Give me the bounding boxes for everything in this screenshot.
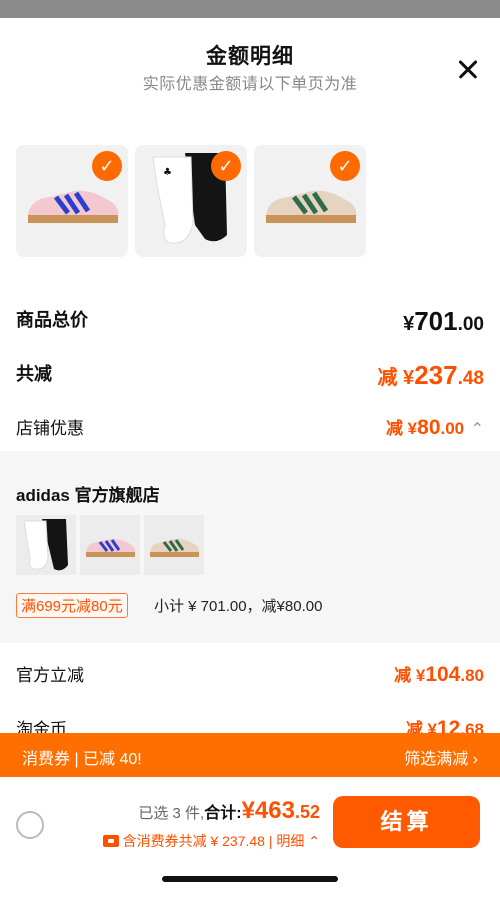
selected-check-icon[interactable]: ✓ — [330, 151, 360, 181]
store-name: adidas 官方旗舰店 — [16, 486, 160, 505]
order-total: 已选 3 件,合计:¥463.52 — [138, 797, 320, 825]
thumb-green-sneaker — [144, 515, 204, 575]
coupon-status: 消费券 | 已减 40! — [22, 751, 142, 768]
official-reduce-label: 官方立减 — [16, 666, 84, 685]
filter-discount-link[interactable]: 筛选满减 › — [404, 745, 478, 769]
close-icon[interactable] — [454, 56, 482, 84]
store-discount-row[interactable]: 店铺优惠 减 ¥80.00 ⌃ — [16, 414, 484, 439]
official-reduce-row: 官方立减 减 ¥104.80 — [16, 661, 484, 686]
chevron-up-icon[interactable]: ⌃ — [471, 421, 484, 438]
thumb-pink-sneaker — [80, 515, 140, 575]
thumb-socks — [16, 515, 76, 575]
product-card-pink-sneaker[interactable]: ✓ — [16, 145, 128, 257]
goods-total-label: 商品总价 — [16, 310, 88, 330]
svg-text:♣: ♣ — [163, 167, 172, 178]
discount-detail-link[interactable]: 含消费券共减 ¥ 237.48 | 明细 ⌃ — [102, 831, 320, 851]
sheet-subtitle: 实际优惠金额请以下单页为准 — [142, 76, 358, 93]
product-card-green-sneaker[interactable]: ✓ — [254, 145, 366, 257]
store-discount-panel: adidas 官方旗舰店 满699元减80元 小计 ¥ 701.00，减¥80.… — [0, 451, 500, 643]
select-all-radio[interactable] — [16, 811, 44, 839]
total-reduce-value: 减 ¥237.48 — [377, 360, 485, 390]
selected-check-icon[interactable]: ✓ — [92, 151, 122, 181]
coupon-banner: 消费券 | 已减 40! 筛选满减 › — [0, 733, 500, 777]
total-reduce-row: 共减 减 ¥237.48 — [16, 360, 484, 390]
selected-count: 已选 3 件, — [138, 805, 205, 822]
promo-tag: 满699元减80元 — [16, 593, 128, 618]
store-discount-label: 店铺优惠 — [16, 419, 84, 438]
selected-check-icon[interactable]: ✓ — [211, 151, 241, 181]
checkout-button[interactable]: 结算 — [333, 796, 480, 848]
total-currency: ¥ — [241, 797, 255, 824]
total-amount-dec: .52 — [294, 802, 320, 822]
product-card-socks[interactable]: ♣ ✓ — [135, 145, 247, 257]
checkout-bar: 已选 3 件,合计:¥463.52 含消费券共减 ¥ 237.48 | 明细 ⌃… — [0, 777, 500, 909]
total-reduce-label: 共减 — [16, 364, 52, 384]
store-discount-value: 减 ¥80.00 ⌃ — [385, 416, 484, 439]
amount-detail-sheet: 金额明细 实际优惠金额请以下单页为准 ✓ ♣ ✓ ✓ 商品总价 ¥701.00 … — [0, 18, 500, 909]
goods-total-row: 商品总价 ¥701.00 — [16, 306, 484, 336]
coupon-icon — [102, 835, 119, 847]
home-indicator — [162, 876, 338, 882]
total-label: 合计: — [204, 805, 242, 822]
total-amount-int: 463 — [254, 797, 295, 824]
promo-subtotal: 小计 ¥ 701.00，减¥80.00 — [154, 598, 323, 615]
official-reduce-value: 减 ¥104.80 — [394, 663, 484, 686]
sheet-title: 金额明细 — [206, 45, 294, 68]
dimmed-background — [0, 0, 500, 18]
goods-total-value: ¥701.00 — [403, 306, 484, 336]
